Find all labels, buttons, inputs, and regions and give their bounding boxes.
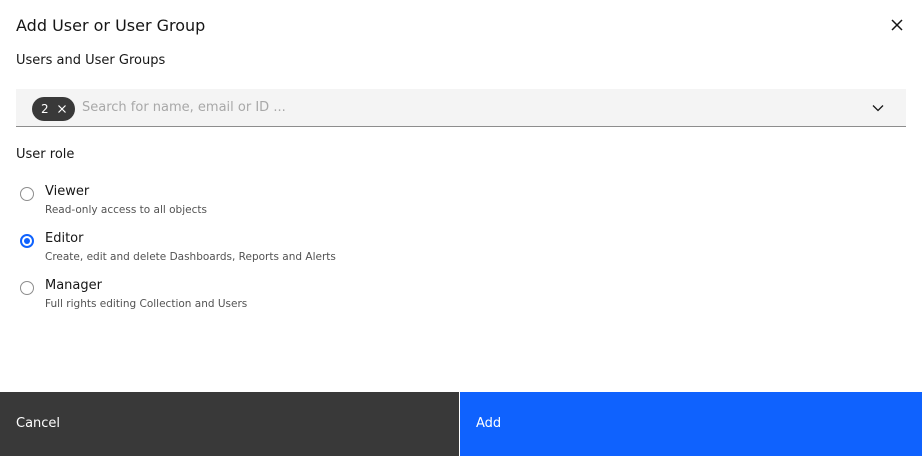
role-option-manager[interactable]: Manager Full rights editing Collection a… (20, 278, 520, 320)
modal-title: Add User or User Group (16, 16, 206, 35)
radio-button-editor[interactable] (20, 234, 34, 248)
modal-footer: Cancel Add (0, 392, 922, 456)
cancel-button[interactable]: Cancel (0, 392, 460, 456)
add-user-modal: Add User or User Group Users and User Gr… (0, 0, 922, 456)
close-icon (891, 19, 903, 31)
close-button[interactable] (884, 12, 910, 38)
radio-button-viewer[interactable] (20, 187, 34, 201)
role-title: Editor (45, 231, 84, 246)
add-button[interactable]: Add (460, 392, 922, 456)
selected-count: 2 (41, 102, 49, 116)
role-option-editor[interactable]: Editor Create, edit and delete Dashboard… (20, 231, 520, 273)
clear-selection-button[interactable] (55, 102, 69, 116)
role-title: Viewer (45, 184, 90, 199)
role-description: Read-only access to all objects (45, 204, 207, 216)
dropdown-toggle[interactable] (870, 100, 886, 116)
selected-count-tag: 2 (32, 97, 75, 121)
role-option-viewer[interactable]: Viewer Read-only access to all objects (20, 184, 520, 226)
role-description: Create, edit and delete Dashboards, Repo… (45, 251, 336, 263)
role-title: Manager (45, 278, 102, 293)
users-section-label: Users and User Groups (16, 53, 166, 68)
close-icon (57, 105, 66, 113)
radio-button-manager[interactable] (20, 281, 34, 295)
user-role-label: User role (16, 147, 75, 162)
chevron-down-icon (872, 105, 884, 112)
search-input[interactable] (82, 89, 842, 126)
user-search-field[interactable]: 2 (16, 89, 906, 127)
role-description: Full rights editing Collection and Users (45, 298, 248, 310)
